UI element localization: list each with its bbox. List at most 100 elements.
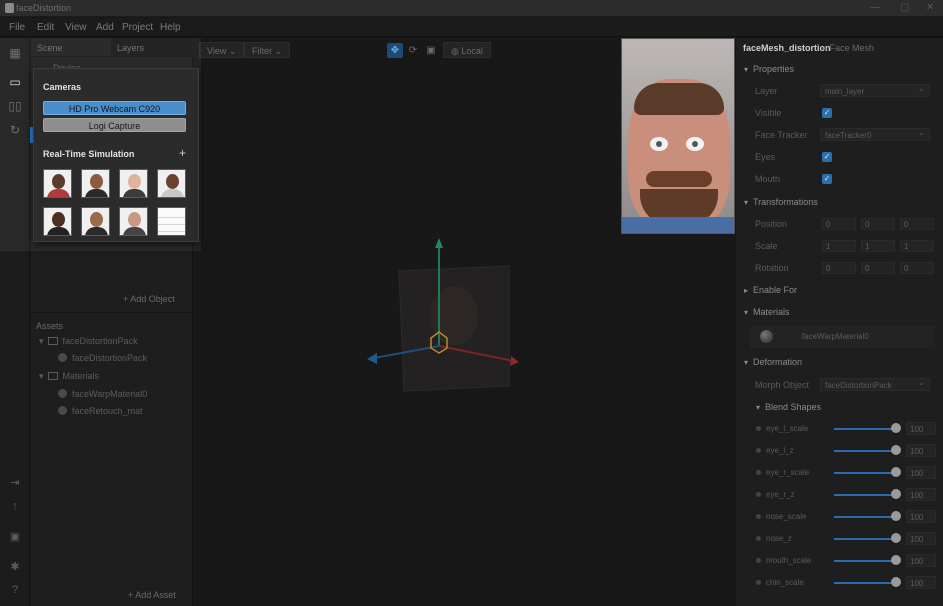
- layer-label: Layer: [755, 86, 778, 96]
- material-icon: [58, 389, 67, 398]
- asset-material-retouch[interactable]: faceRetouch_mat: [58, 406, 143, 416]
- simulation-person-1[interactable]: [43, 169, 72, 198]
- material-icon: [760, 330, 773, 343]
- section-enable-for[interactable]: Enable For: [744, 285, 797, 295]
- simulation-person-3[interactable]: [119, 169, 148, 198]
- add-object-button[interactable]: + Add Object: [123, 294, 175, 304]
- position-x[interactable]: 0: [822, 218, 856, 230]
- position-label: Position: [755, 219, 788, 229]
- rotation-x[interactable]: 0: [822, 262, 856, 274]
- slider-handle[interactable]: [891, 533, 901, 543]
- add-asset-button[interactable]: + Add Asset: [128, 590, 176, 600]
- asset-material-warp[interactable]: faceWarpMaterial0: [58, 389, 147, 399]
- position-y[interactable]: 0: [861, 218, 895, 230]
- simulation-person-5[interactable]: [43, 207, 72, 236]
- camera-option-c920[interactable]: HD Pro Webcam C920: [43, 101, 186, 115]
- section-deformation[interactable]: Deformation: [744, 357, 802, 367]
- simulation-person-2[interactable]: [81, 169, 110, 198]
- menu-help[interactable]: Help: [160, 22, 181, 33]
- section-blend-shapes[interactable]: Blend Shapes: [756, 402, 821, 412]
- material-name: faceWarpMaterial0: [802, 332, 869, 341]
- eyes-checkbox[interactable]: ✓: [822, 152, 832, 162]
- blend-shape-row: nose_scale 100: [756, 510, 941, 524]
- menu-edit[interactable]: Edit: [37, 22, 54, 33]
- face-tracker-select[interactable]: faceTracker0: [820, 127, 930, 141]
- visible-label: Visible: [755, 108, 782, 118]
- cameras-title: Cameras: [43, 82, 82, 92]
- slider-handle[interactable]: [891, 577, 901, 587]
- object-type: – Face Mesh: [822, 43, 875, 53]
- help-icon[interactable]: ?: [5, 584, 25, 596]
- camera-option-logi[interactable]: Logi Capture: [43, 118, 186, 132]
- blend-shape-row: eye_l_z 100: [756, 444, 941, 458]
- mouth-checkbox[interactable]: ✓: [822, 174, 832, 184]
- folder-icon[interactable]: ▣: [5, 530, 25, 543]
- layer-select[interactable]: main_layer: [820, 83, 930, 97]
- simulation-person-4[interactable]: [157, 169, 186, 198]
- rotation-y[interactable]: 0: [861, 262, 895, 274]
- slider-handle[interactable]: [891, 467, 901, 477]
- simulation-person-7[interactable]: [119, 207, 148, 236]
- simulation-empty-grid[interactable]: [157, 207, 186, 236]
- simulation-person-6[interactable]: [81, 207, 110, 236]
- close-button[interactable]: ✕: [926, 2, 934, 13]
- maximize-button[interactable]: ▢: [900, 2, 909, 13]
- menu-bar: File Edit View Add Project Help: [0, 18, 943, 37]
- slider-handle[interactable]: [891, 555, 901, 565]
- material-slot[interactable]: faceWarpMaterial0: [750, 326, 935, 348]
- slider-handle[interactable]: [891, 489, 901, 499]
- filter-dropdown[interactable]: Filter ⌄: [244, 42, 291, 58]
- section-properties[interactable]: Properties: [744, 64, 794, 74]
- visible-checkbox[interactable]: ✓: [822, 108, 832, 118]
- section-transformations[interactable]: Transformations: [744, 197, 818, 207]
- title-bar: faceDistortion — ▢ ✕: [0, 0, 943, 17]
- blend-shape-row: eye_l_scale 100: [756, 422, 941, 436]
- scale-x[interactable]: 1: [822, 240, 856, 252]
- eyes-label: Eyes: [755, 152, 776, 162]
- scale-y[interactable]: 1: [861, 240, 895, 252]
- minimize-button[interactable]: —: [870, 2, 880, 13]
- morph-object-select[interactable]: faceDistortionPack: [820, 377, 930, 391]
- blend-shape-row: eye_r_scale 100: [756, 466, 941, 480]
- viewport[interactable]: View ⌄ Filter ⌄ ✥ ⟳ ▣ ◍ Local: [194, 38, 735, 606]
- blend-shape-row: eye_r_z 100: [756, 488, 941, 502]
- section-materials[interactable]: Materials: [744, 307, 790, 317]
- asset-pack-folder[interactable]: ▾ faceDistortionPack: [39, 336, 138, 347]
- position-z[interactable]: 0: [900, 218, 934, 230]
- mesh-icon: [58, 353, 67, 362]
- pack-icon: [47, 337, 58, 345]
- menu-project[interactable]: Project: [122, 22, 153, 33]
- transform-gizmo[interactable]: [359, 236, 539, 406]
- camera-popover: Cameras HD Pro Webcam C920 Logi Capture …: [33, 68, 199, 242]
- menu-add[interactable]: Add: [96, 22, 114, 33]
- upload-icon[interactable]: ↑: [5, 500, 25, 512]
- slider-handle[interactable]: [891, 445, 901, 455]
- menu-file[interactable]: File: [9, 22, 25, 33]
- move-icon[interactable]: ✥: [387, 43, 403, 58]
- window-title: faceDistortion: [16, 3, 72, 13]
- local-toggle[interactable]: ◍ Local: [443, 42, 491, 58]
- asset-materials-folder[interactable]: ▾ Materials: [39, 371, 99, 382]
- scale-icon[interactable]: ▣: [423, 43, 439, 58]
- scale-label: Scale: [755, 241, 778, 251]
- menu-view[interactable]: View: [65, 22, 87, 33]
- globe-icon: ◍: [451, 46, 459, 56]
- slider-handle[interactable]: [891, 511, 901, 521]
- insert-icon[interactable]: ⇥: [5, 476, 25, 489]
- object-name: faceMesh_distortion: [743, 43, 831, 53]
- asset-pack-item[interactable]: faceDistortionPack: [58, 353, 147, 363]
- slider-handle[interactable]: [891, 423, 901, 433]
- app-icon: [5, 3, 14, 13]
- morph-object-label: Morph Object: [755, 380, 810, 390]
- view-dropdown[interactable]: View ⌄: [199, 42, 245, 58]
- scale-z[interactable]: 1: [900, 240, 934, 252]
- blend-shape-row: chin_scale 100: [756, 576, 941, 590]
- add-simulation-button[interactable]: +: [179, 146, 186, 160]
- bug-icon[interactable]: ✱: [5, 560, 25, 573]
- simulation-title: Real-Time Simulation: [43, 149, 135, 159]
- rotation-z[interactable]: 0: [900, 262, 934, 274]
- rotate-icon[interactable]: ⟳: [405, 43, 421, 58]
- blend-shape-row: nose_z 100: [756, 532, 941, 546]
- mouth-label: Mouth: [755, 174, 781, 184]
- blend-shape-row: mouth_scale 100: [756, 554, 941, 568]
